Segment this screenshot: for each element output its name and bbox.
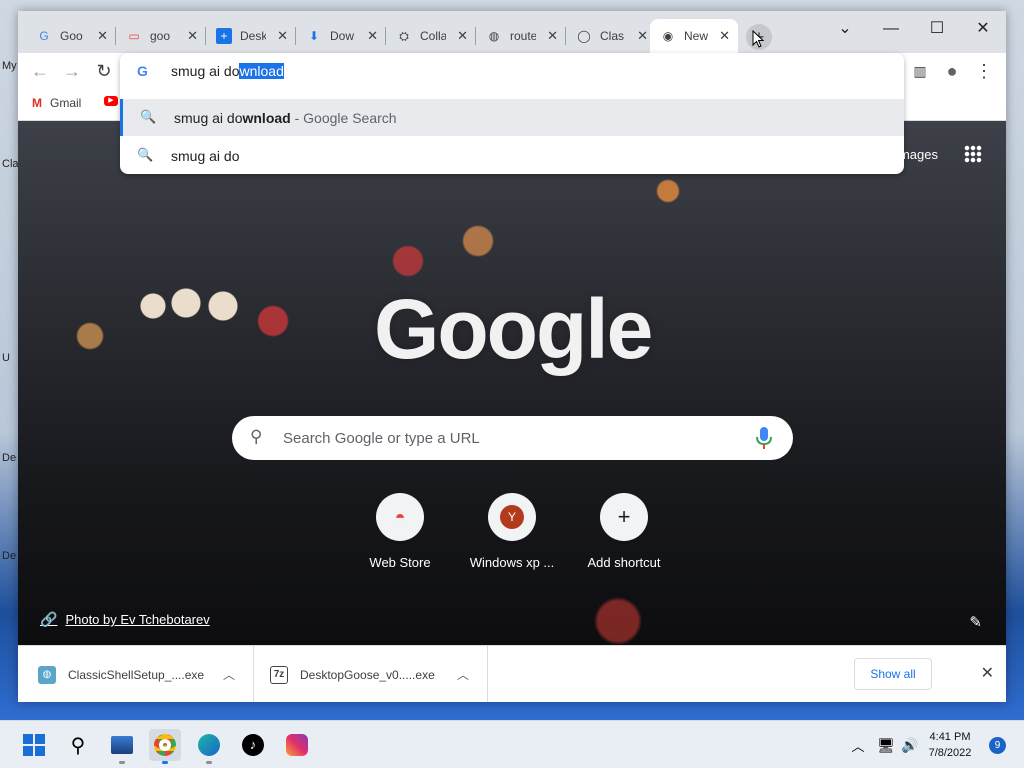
search-icon[interactable]: ⚲ bbox=[62, 729, 94, 761]
edge-icon[interactable] bbox=[193, 729, 225, 764]
installer-file-icon: ◍ bbox=[38, 665, 56, 684]
mouse-cursor-icon bbox=[752, 29, 765, 48]
shortcut-add[interactable]: + Add shortcut bbox=[574, 493, 674, 570]
close-icon[interactable]: ✕ bbox=[547, 28, 558, 44]
globe-icon: ◍ bbox=[488, 29, 500, 43]
google-g-icon: G bbox=[137, 63, 148, 79]
close-icon[interactable]: ✕ bbox=[637, 28, 648, 44]
apps-grid-icon[interactable] bbox=[964, 145, 982, 163]
desktop-icon-label[interactable]: U bbox=[2, 352, 10, 364]
download-item[interactable]: 7z DesktopGoose_v0.....exe ︿ bbox=[254, 646, 488, 702]
search-icon: 🔍 bbox=[140, 109, 157, 124]
google-logo: Google bbox=[374, 282, 653, 376]
youtube-icon: ▶ bbox=[104, 96, 118, 106]
shortcut-letter-icon: Y bbox=[488, 493, 536, 541]
search-icon: ⚲ bbox=[250, 427, 263, 446]
new-tab-page: Images Google ⚲ Search Google or type a … bbox=[18, 121, 1006, 645]
close-window-button[interactable]: ✕ bbox=[960, 15, 1006, 43]
link-icon: 🔗 bbox=[40, 611, 58, 627]
tab-google-docs[interactable]: G Goo ✕ bbox=[26, 19, 116, 53]
side-panel-icon[interactable]: ▥ bbox=[908, 59, 932, 83]
desk-plus-icon: + bbox=[216, 28, 232, 44]
reload-icon[interactable]: ↻ bbox=[92, 59, 116, 83]
ntp-search-box[interactable]: ⚲ Search Google or type a URL bbox=[232, 416, 793, 460]
gmail-style-icon: ▭ bbox=[128, 29, 140, 43]
forward-icon[interactable]: → bbox=[60, 59, 84, 83]
close-icon[interactable]: ✕ bbox=[457, 28, 468, 44]
suggestion-row[interactable]: 🔍 smug ai do bbox=[120, 137, 904, 174]
chevron-up-icon[interactable]: ︿ bbox=[223, 666, 235, 683]
close-icon[interactable]: ✕ bbox=[981, 663, 994, 683]
bookmark-youtube[interactable]: ▶ bbox=[104, 96, 118, 106]
maximize-button[interactable]: ☐ bbox=[914, 15, 960, 43]
tab-goo[interactable]: ▭ goo ✕ bbox=[116, 19, 206, 53]
minimize-button[interactable]: — bbox=[868, 15, 914, 43]
tab-downloads[interactable]: ⬇ Dow ✕ bbox=[296, 19, 386, 53]
desktop-icon-label[interactable]: Cla bbox=[2, 158, 19, 170]
search-icon: 🔍 bbox=[137, 147, 154, 162]
shortcut-web-store[interactable]: ◓ Web Store bbox=[350, 493, 450, 570]
tab-colab[interactable]: ⛭ Colla ✕ bbox=[386, 19, 476, 53]
close-icon[interactable]: ✕ bbox=[97, 28, 108, 44]
chrome-icon: ◉ bbox=[662, 29, 674, 43]
menu-icon[interactable]: ⋮ bbox=[972, 59, 996, 83]
customize-pencil-icon[interactable]: ✎ bbox=[969, 613, 982, 631]
suggestion-row[interactable]: 🔍 smug ai download - Google Search bbox=[120, 99, 904, 136]
tab-strip: G Goo ✕ ▭ goo ✕ + Desk ✕ ⬇ Dow ✕ ⛭ Colla… bbox=[18, 11, 1006, 53]
chevron-up-icon[interactable]: ︿ bbox=[457, 666, 469, 683]
desktop-icon-label[interactable]: De bbox=[2, 550, 16, 562]
close-icon[interactable]: ✕ bbox=[719, 28, 730, 44]
bookmark-gmail[interactable]: M Gmail bbox=[32, 96, 81, 110]
tiktok-icon[interactable]: ♪ bbox=[237, 729, 269, 761]
close-icon[interactable]: ✕ bbox=[367, 28, 378, 44]
autocomplete-selection: wnload bbox=[239, 63, 284, 79]
notification-badge[interactable]: 9 bbox=[989, 737, 1006, 754]
webstore-icon: ◓ bbox=[376, 493, 424, 541]
omnibox-dropdown: G smug ai download 🔍 smug ai download - … bbox=[120, 53, 904, 174]
colab-icon: ⛭ bbox=[399, 28, 409, 43]
start-button[interactable] bbox=[18, 729, 50, 761]
chrome-window: G Goo ✕ ▭ goo ✕ + Desk ✕ ⬇ Dow ✕ ⛭ Colla… bbox=[18, 11, 1006, 702]
tab-classic[interactable]: ◯ Clas ✕ bbox=[566, 19, 656, 53]
desktop-icon-label[interactable]: De bbox=[2, 452, 16, 464]
desktop-icon-label[interactable]: My bbox=[2, 60, 17, 72]
taskbar: ⚲ ♪ ︿ 🖥 🔊 4:41 PM 7/8/2022 9 bbox=[0, 720, 1024, 768]
ring-icon: ◯ bbox=[577, 29, 591, 43]
photo-credit-link[interactable]: 🔗 Photo by Ev Tchebotarev bbox=[40, 611, 210, 628]
photos-app-icon[interactable] bbox=[106, 729, 138, 764]
shortcut-windows-xp[interactable]: Y Windows xp ... bbox=[462, 493, 562, 570]
tab-search-icon[interactable]: ⌄ bbox=[822, 15, 868, 43]
download-icon: ⬇ bbox=[308, 29, 320, 43]
tab-new-tab[interactable]: ◉ New ✕ bbox=[650, 19, 738, 53]
search-placeholder: Search Google or type a URL bbox=[283, 430, 480, 447]
tab-route[interactable]: ◍ route ✕ bbox=[476, 19, 566, 53]
microphone-icon[interactable] bbox=[755, 426, 773, 450]
archive-file-icon: 7z bbox=[270, 665, 288, 684]
gmail-icon: M bbox=[32, 96, 42, 110]
profile-icon[interactable]: ● bbox=[940, 59, 964, 83]
google-docs-icon: G bbox=[39, 29, 49, 43]
plus-icon: + bbox=[600, 493, 648, 541]
back-icon[interactable]: ← bbox=[28, 59, 52, 83]
clock[interactable]: 4:41 PM 7/8/2022 bbox=[920, 729, 980, 761]
chrome-taskbar-icon[interactable] bbox=[149, 729, 181, 764]
close-icon[interactable]: ✕ bbox=[277, 28, 288, 44]
show-all-button[interactable]: Show all bbox=[854, 658, 932, 690]
close-icon[interactable]: ✕ bbox=[187, 28, 198, 44]
instagram-icon[interactable] bbox=[281, 729, 313, 761]
tab-desk[interactable]: + Desk ✕ bbox=[206, 19, 296, 53]
address-bar[interactable]: G smug ai download bbox=[120, 53, 904, 89]
download-bar: ◍ ClassicShellSetup_....exe ︿ 7z Desktop… bbox=[18, 645, 1006, 702]
download-item[interactable]: ◍ ClassicShellSetup_....exe ︿ bbox=[18, 646, 254, 702]
